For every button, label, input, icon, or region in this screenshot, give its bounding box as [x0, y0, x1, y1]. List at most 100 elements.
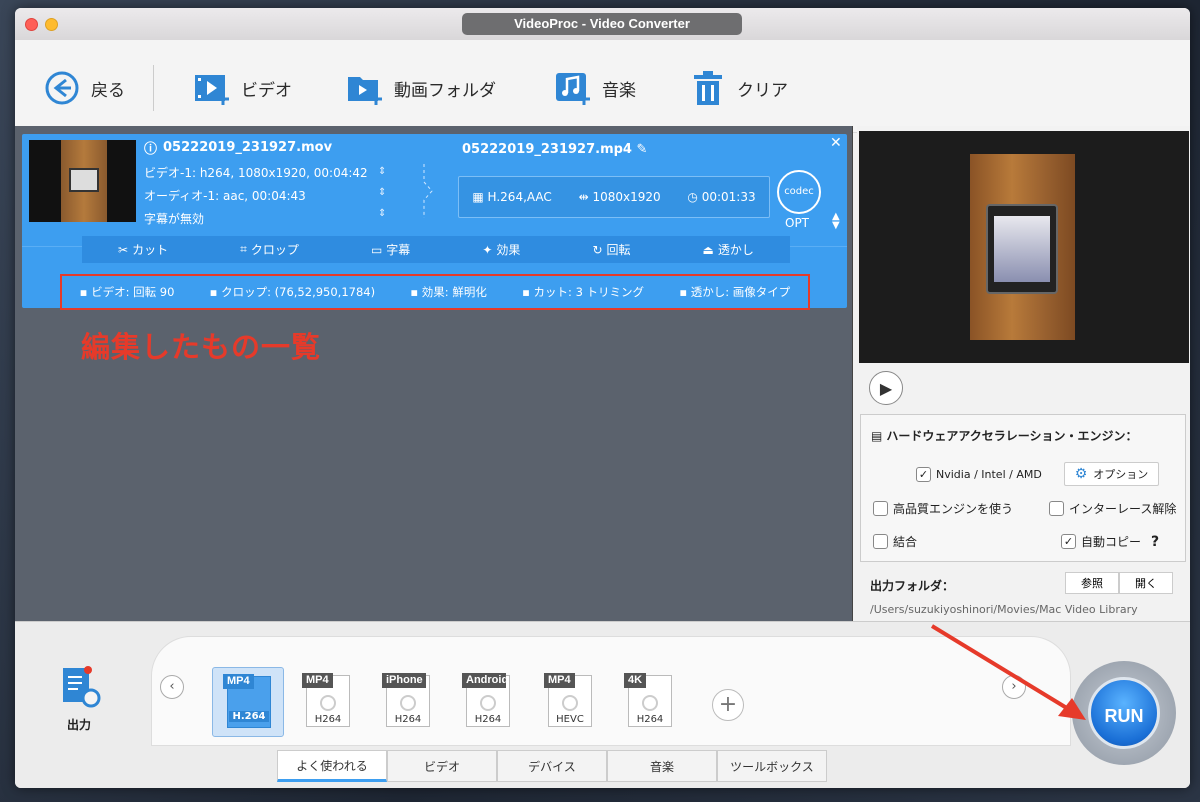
add-video-button[interactable]: ビデオ [193, 68, 292, 108]
play-button[interactable]: ▶ [869, 371, 903, 405]
add-video-label: ビデオ [241, 80, 292, 101]
edit-pencil-icon[interactable]: ✎ [637, 142, 648, 157]
add-video-icon [193, 69, 231, 107]
nvidia-checkbox[interactable]: ✓ Nvidia / Intel / AMD [916, 467, 1042, 482]
preview-window [859, 131, 1189, 363]
run-button[interactable]: RUN [1088, 677, 1160, 749]
hardware-panel: ▤ ハードウェアアクセラレーション・エンジン： ✓ Nvidia / Intel /… [860, 414, 1186, 562]
format-tabs: よく使われる ビデオ デバイス 音楽 ツールボックス [277, 750, 827, 782]
hq-engine-checkbox[interactable]: 高品質エンジンを使う [873, 500, 1013, 517]
output-settings-icon[interactable] [61, 666, 103, 710]
format-mp4-hevc[interactable]: MP4 HEVC [534, 667, 606, 737]
format-bar: 出力 ‹ MP4 H.264 MP4 H264 iPhone H264 Android… [15, 621, 1190, 788]
autocopy-checkbox[interactable]: ✓ 自動コピー? [1061, 533, 1159, 550]
rotate-icon: ↻ [592, 242, 603, 257]
reorder-arrows-icon[interactable]: ▲ ▼ [832, 212, 840, 231]
hardware-title: ▤ ハードウェアアクセラレーション・エンジン： [871, 428, 1138, 444]
edit-summary-item: ▪ クロップ: (76,52,950,1784) [209, 285, 376, 299]
subtitle-button[interactable]: ▭ 字幕 [371, 241, 410, 258]
edit-toolbar: ✂ カット ⌗ クロップ ▭ 字幕 ✦ 効果 ↻ 回転 ⏏ 透かし [82, 236, 790, 263]
remove-task-icon[interactable]: ✕ [830, 135, 842, 151]
edit-summary-item: ▪ 透かし: 画像タイプ [679, 285, 791, 299]
subtitle-stepper-icon[interactable]: ⇕ [378, 208, 386, 219]
info-icon: ⓘ [144, 142, 158, 157]
clock-icon: ◷ [687, 190, 698, 204]
close-window-button[interactable] [25, 18, 38, 31]
source-filename: 05222019_231927.mov [163, 140, 333, 155]
add-format-icon[interactable]: + [712, 689, 744, 721]
toolbar: 戻る ビデオ 動画フォルダ 音楽 クリア [15, 40, 1190, 133]
music-icon [554, 69, 592, 107]
chevron-right-nav-icon[interactable]: › [1002, 675, 1026, 699]
tab-popular[interactable]: よく使われる [277, 750, 387, 782]
codec-option-label[interactable]: OPT [785, 216, 809, 230]
tab-device[interactable]: デバイス [497, 750, 607, 782]
tab-toolbox[interactable]: ツールボックス [717, 750, 827, 782]
format-mp4-h264[interactable]: MP4 H264 [292, 667, 364, 737]
add-music-button[interactable]: 音楽 [554, 68, 636, 108]
format-android[interactable]: Android H264 [452, 667, 524, 737]
stamp-icon: ⏏ [702, 242, 714, 257]
merge-checkbox[interactable]: 結合 [873, 533, 917, 550]
tab-video[interactable]: ビデオ [387, 750, 497, 782]
edit-summary: ▪ ビデオ: 回転 90 ▪ クロップ: (76,52,950,1784) ▪ … [60, 274, 810, 310]
annotation-text: 編集したもの一覧 [81, 330, 322, 364]
help-icon[interactable]: ? [1151, 534, 1159, 550]
add-folder-button[interactable]: 動画フォルダ [346, 68, 496, 108]
cut-button[interactable]: ✂ カット [118, 241, 168, 258]
scissors-icon: ✂ [118, 242, 129, 257]
video-track[interactable]: ビデオ-1: h264, 1080x1920, 00:04:42 [144, 164, 368, 181]
crop-button[interactable]: ⌗ クロップ [240, 241, 299, 258]
title-bar: VideoProc - Video Converter [15, 8, 1190, 40]
back-button[interactable]: 戻る [43, 68, 125, 108]
codec-gear-icon[interactable]: codec [777, 170, 821, 214]
crop-icon: ⌗ [240, 242, 247, 256]
chip-icon: ▤ [871, 428, 883, 443]
output-settings: ▦ H.264,AAC ⇹ 1080x1920 ◷ 00:01:33 [458, 176, 770, 218]
audio-track-stepper-icon[interactable]: ⇕ [378, 187, 386, 198]
open-button[interactable]: 開く [1119, 572, 1173, 594]
edit-summary-item: ▪ ビデオ: 回転 90 [79, 285, 175, 299]
clear-button[interactable]: クリア [689, 68, 788, 108]
subtitle-track[interactable]: 字幕が無効 [144, 210, 368, 227]
format-mp4-h264-selected[interactable]: MP4 H.264 [212, 667, 284, 737]
add-folder-label: 動画フォルダ [394, 80, 496, 101]
gear-icon: ⚙ [1074, 466, 1088, 482]
output-label: 出力 [67, 718, 92, 732]
format-4k[interactable]: 4K H264 [614, 667, 686, 737]
video-task-card[interactable]: ⓘ 05222019_231927.mov ビデオ-1: h264, 1080x1… [22, 134, 847, 310]
resolution-info: ⇹ 1080x1920 [578, 190, 661, 204]
clear-label: クリア [737, 80, 788, 101]
output-path: /Users/suzukiyoshinori/Movies/Mac Video … [870, 603, 1138, 616]
tab-music[interactable]: 音楽 [607, 750, 717, 782]
task-list-pane: ⓘ 05222019_231927.mov ビデオ-1: h264, 1080x1… [15, 126, 853, 621]
option-button[interactable]: ⚙ オプション [1064, 462, 1159, 486]
checkbox-checked[interactable]: ✓ [916, 467, 931, 482]
trash-icon [689, 69, 727, 107]
deinterlace-checkbox[interactable]: インターレース解除 [1049, 500, 1176, 517]
video-thumbnail [29, 140, 136, 222]
effect-button[interactable]: ✦ 効果 [482, 241, 520, 258]
rotate-button[interactable]: ↻ 回転 [592, 241, 630, 258]
codec-info: ▦ H.264,AAC [472, 190, 552, 204]
preview-frame [970, 154, 1075, 340]
audio-track[interactable]: オーディオ-1: aac, 00:04:43 [144, 187, 368, 204]
chevron-left-icon[interactable]: ‹ [160, 675, 184, 699]
edit-summary-item: ▪ カット: 3 トリミング [522, 285, 645, 299]
app-window: VideoProc - Video Converter 戻る ビデオ 動画フォル… [15, 8, 1190, 788]
minimize-window-button[interactable] [45, 18, 58, 31]
format-iphone[interactable]: iPhone H264 [372, 667, 444, 737]
right-pane: ▶ ▤ ハードウェアアクセラレーション・エンジン： ✓ Nvidia / Intel… [857, 126, 1190, 621]
browse-button[interactable]: 参照 [1065, 572, 1119, 594]
resolution-icon: ⇹ [578, 190, 589, 204]
video-track-stepper-icon[interactable]: ⇕ [378, 166, 386, 177]
output-filename[interactable]: 05222019_231927.mp4 ✎ [462, 142, 647, 157]
window-title: VideoProc - Video Converter [462, 13, 742, 35]
add-music-label: 音楽 [602, 80, 636, 101]
output-folder-label: 出力フォルダ： [870, 579, 955, 593]
duration-info: ◷ 00:01:33 [687, 190, 756, 204]
video-folder-icon [346, 69, 384, 107]
wand-icon: ✦ [482, 242, 493, 257]
watermark-button[interactable]: ⏏ 透かし [703, 241, 754, 258]
film-icon: ▦ [472, 190, 484, 204]
